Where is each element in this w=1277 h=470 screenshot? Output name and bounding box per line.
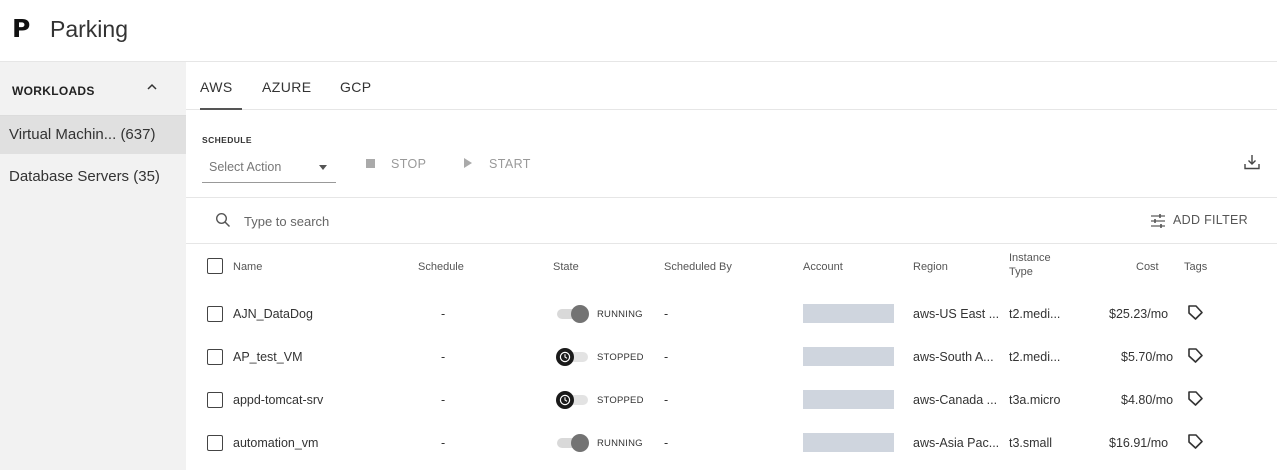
schedule-label: SCHEDULE bbox=[202, 135, 252, 145]
row-cost: $4.80/mo bbox=[1121, 393, 1174, 407]
row-checkbox[interactable] bbox=[207, 349, 223, 365]
column-header-instance-type-line2[interactable]: Type bbox=[1009, 266, 1033, 278]
tab-gcp[interactable]: GCP bbox=[340, 79, 372, 95]
row-scheduled-by: - bbox=[664, 350, 669, 364]
row-state: RUNNING bbox=[597, 309, 643, 320]
column-header-account[interactable]: Account bbox=[803, 261, 843, 273]
row-name: AJN_DataDog bbox=[233, 307, 313, 321]
table-row[interactable]: AJN_DataDog - RUNNING - aws-US East ... … bbox=[186, 291, 1277, 334]
account-redacted bbox=[803, 347, 894, 366]
row-checkbox[interactable] bbox=[207, 392, 223, 408]
tab-azure[interactable]: AZURE bbox=[262, 79, 311, 95]
tag-icon[interactable] bbox=[1185, 303, 1205, 323]
workloads-sidebar: WORKLOADS Virtual Machin... (637) Databa… bbox=[0, 62, 186, 470]
clock-icon bbox=[559, 351, 571, 363]
row-region: aws-Asia Pac... bbox=[913, 436, 1000, 450]
row-name: AP_test_VM bbox=[233, 350, 303, 364]
tag-icon[interactable] bbox=[1185, 346, 1205, 366]
stop-square-icon bbox=[366, 159, 375, 168]
app-header: P Parking bbox=[0, 0, 1277, 62]
state-toggle[interactable] bbox=[556, 391, 590, 409]
toggle-knob bbox=[571, 305, 589, 323]
row-checkbox[interactable] bbox=[207, 306, 223, 322]
row-state: STOPPED bbox=[597, 395, 644, 406]
column-header-name[interactable]: Name bbox=[233, 261, 262, 273]
cloud-tabs: AWS AZURE GCP bbox=[186, 62, 1277, 110]
column-header-region[interactable]: Region bbox=[913, 261, 948, 273]
tag-icon[interactable] bbox=[1185, 389, 1205, 409]
row-scheduled-by: - bbox=[664, 393, 669, 407]
account-redacted bbox=[803, 390, 894, 409]
row-region: aws-South A... bbox=[913, 350, 994, 364]
workloads-table: Name Schedule State Scheduled By Account… bbox=[186, 245, 1277, 470]
state-toggle[interactable] bbox=[556, 305, 590, 323]
row-scheduled-by: - bbox=[664, 436, 669, 450]
table-row[interactable]: appd-tomcat-srv - STOPPED - aws-Canada .… bbox=[186, 377, 1277, 420]
column-header-schedule[interactable]: Schedule bbox=[418, 261, 464, 273]
row-schedule: - bbox=[441, 350, 446, 364]
toggle-knob bbox=[556, 391, 574, 409]
tab-aws[interactable]: AWS bbox=[200, 79, 233, 95]
parking-logo: P bbox=[12, 14, 31, 43]
row-schedule: - bbox=[441, 307, 446, 321]
column-header-state[interactable]: State bbox=[553, 261, 579, 273]
tag-icon[interactable] bbox=[1185, 432, 1205, 452]
row-state: RUNNING bbox=[597, 438, 643, 449]
add-filter-button[interactable]: ADD FILTER bbox=[1173, 213, 1248, 227]
workloads-title: WORKLOADS bbox=[12, 84, 95, 98]
workloads-section-header[interactable]: WORKLOADS bbox=[0, 62, 186, 116]
toggle-knob bbox=[571, 434, 589, 452]
download-icon[interactable] bbox=[1243, 153, 1261, 171]
column-header-instance-type[interactable]: Instance bbox=[1009, 252, 1051, 264]
play-triangle-icon bbox=[464, 158, 472, 168]
chevron-up-icon[interactable] bbox=[144, 79, 160, 95]
sidebar-item-virtual-machines[interactable]: Virtual Machin... (637) bbox=[0, 116, 186, 154]
stop-button[interactable]: STOP bbox=[391, 157, 426, 171]
start-button[interactable]: START bbox=[489, 157, 531, 171]
row-schedule: - bbox=[441, 436, 446, 450]
table-row[interactable]: AP_test_VM - STOPPED - aws-South A... t2… bbox=[186, 334, 1277, 377]
clock-icon bbox=[559, 394, 571, 406]
row-region: aws-US East ... bbox=[913, 307, 1000, 321]
row-cost: $25.23/mo bbox=[1109, 307, 1169, 321]
row-instance-type: t3a.micro bbox=[1009, 393, 1061, 407]
row-schedule: - bbox=[441, 393, 446, 407]
select-all-checkbox[interactable] bbox=[207, 258, 223, 274]
row-region: aws-Canada ... bbox=[913, 393, 998, 407]
select-action-value: Select Action bbox=[209, 160, 282, 174]
filter-sliders-icon[interactable] bbox=[1150, 213, 1166, 229]
row-instance-type: t2.medi... bbox=[1009, 350, 1061, 364]
row-name: automation_vm bbox=[233, 436, 319, 450]
page-title: Parking bbox=[50, 16, 128, 42]
column-header-scheduled-by[interactable]: Scheduled By bbox=[664, 261, 732, 273]
row-name: appd-tomcat-srv bbox=[233, 393, 324, 407]
toggle-knob bbox=[556, 348, 574, 366]
row-cost: $16.91/mo bbox=[1109, 436, 1169, 450]
row-scheduled-by: - bbox=[664, 307, 669, 321]
search-bar: ADD FILTER bbox=[186, 198, 1277, 244]
state-toggle[interactable] bbox=[556, 348, 590, 366]
row-state: STOPPED bbox=[597, 352, 644, 363]
account-redacted bbox=[803, 433, 894, 452]
row-instance-type: t3.small bbox=[1009, 436, 1053, 450]
dropdown-caret-icon bbox=[319, 165, 327, 170]
row-cost: $5.70/mo bbox=[1121, 350, 1174, 364]
table-row[interactable]: automation_vm - RUNNING - aws-Asia Pac..… bbox=[186, 420, 1277, 463]
sidebar-item-database-servers[interactable]: Database Servers (35) bbox=[0, 158, 186, 196]
column-header-tags[interactable]: Tags bbox=[1184, 261, 1207, 273]
search-input[interactable] bbox=[244, 211, 744, 231]
column-header-cost[interactable]: Cost bbox=[1136, 261, 1159, 273]
row-instance-type: t2.medi... bbox=[1009, 307, 1061, 321]
search-icon bbox=[215, 212, 231, 228]
account-redacted bbox=[803, 304, 894, 323]
select-action-dropdown[interactable]: Select Action bbox=[202, 151, 336, 183]
schedule-toolbar: SCHEDULE Select Action STOP START bbox=[186, 110, 1277, 198]
state-toggle[interactable] bbox=[556, 434, 590, 452]
row-checkbox[interactable] bbox=[207, 435, 223, 451]
